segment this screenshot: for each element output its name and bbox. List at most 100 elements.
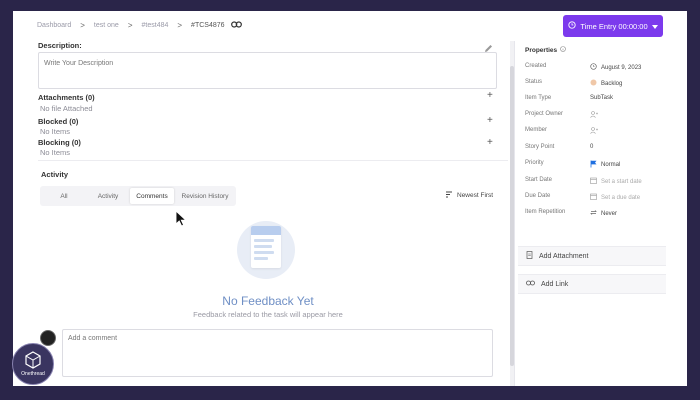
property-project-owner[interactable]: Project Owner — [525, 111, 685, 123]
blocking-label: Blocking (0) — [38, 138, 81, 147]
time-entry-button[interactable]: Time Entry 00:00:00 — [563, 15, 663, 37]
calendar-icon — [590, 177, 597, 186]
properties-header: Properties — [525, 46, 566, 54]
property-key: Due Date — [525, 193, 551, 199]
repetition-value: Never — [601, 210, 618, 217]
status-value: Backlog — [601, 80, 623, 87]
property-key: Member — [525, 127, 548, 133]
top-bar: Dashboard > test one > #test484 > #TCS48… — [13, 11, 687, 41]
add-blocked-plus-icon[interactable]: + — [487, 115, 493, 126]
description-label: Description: — [38, 41, 82, 50]
breadcrumb-parent-task[interactable]: #test484 — [142, 22, 169, 29]
flag-icon — [590, 160, 597, 170]
property-key: Item Repetition — [525, 209, 566, 215]
property-key: Status — [525, 79, 543, 85]
sort-newest-first-button[interactable]: Newest First — [445, 191, 493, 200]
property-priority[interactable]: Priority Normal — [525, 160, 685, 172]
property-value: August 9, 2023 — [590, 63, 641, 72]
property-story-point[interactable]: Story Point 0 — [525, 144, 685, 156]
property-status[interactable]: Status Backlog — [525, 79, 685, 91]
add-blocking-plus-icon[interactable]: + — [487, 137, 493, 148]
add-link-label: Add Link — [541, 280, 569, 288]
copy-link-icon[interactable] — [230, 21, 242, 30]
property-value[interactable]: Never — [590, 209, 617, 218]
attachments-empty-text: No file Attached — [40, 104, 93, 113]
description-placeholder: Write Your Description — [44, 60, 114, 67]
story-point-value[interactable]: 0 — [590, 144, 593, 150]
clock-icon — [590, 63, 597, 72]
calendar-icon — [590, 193, 597, 202]
start-date-value: Set a start date — [601, 178, 642, 185]
property-key: Start Date — [525, 177, 553, 183]
breadcrumb-project[interactable]: test one — [94, 22, 119, 29]
attachment-icon — [526, 251, 533, 261]
empty-state-title: No Feedback Yet — [222, 294, 314, 308]
description-field[interactable]: Write Your Description — [38, 52, 497, 89]
property-item-type[interactable]: Item Type SubTask — [525, 95, 685, 107]
property-start-date[interactable]: Start Date Set a start date — [525, 177, 685, 189]
property-key: Project Owner — [525, 111, 564, 117]
activity-tabs: All Activity Comments Revision History — [40, 186, 236, 206]
breadcrumb-separator: > — [177, 21, 183, 30]
add-link-button[interactable]: Add Link — [518, 274, 666, 294]
breadcrumb-current-task: #TCS4876 — [191, 22, 225, 29]
logo-text: Onethread — [21, 371, 45, 377]
link-icon — [526, 280, 535, 288]
breadcrumb-separator: > — [127, 21, 133, 30]
onethread-logo: Onethread — [12, 343, 54, 385]
section-divider — [38, 160, 508, 161]
properties-panel: Properties Created August 9, 2023 Status… — [515, 41, 687, 386]
property-value[interactable]: Set a due date — [590, 193, 640, 202]
tab-comments[interactable]: Comments — [130, 188, 174, 204]
property-key: Priority — [525, 160, 544, 166]
add-attachment-label: Add Attachment — [539, 252, 589, 260]
tab-revision-history[interactable]: Revision History — [177, 188, 233, 204]
info-icon[interactable] — [560, 46, 566, 54]
property-value[interactable]: Set a start date — [590, 177, 642, 186]
document-icon — [251, 226, 281, 268]
priority-value: Normal — [601, 162, 621, 168]
user-add-icon[interactable] — [590, 127, 598, 134]
property-key: Story Point — [525, 144, 555, 150]
property-created: Created August 9, 2023 — [525, 63, 685, 75]
item-type-value[interactable]: SubTask — [590, 95, 613, 101]
time-entry-label: Time Entry 00:00:00 — [580, 21, 648, 31]
blocked-empty-text: No Items — [40, 127, 71, 136]
property-value[interactable]: Normal — [590, 160, 620, 170]
property-due-date[interactable]: Due Date Set a due date — [525, 193, 685, 205]
properties-title: Properties — [525, 46, 558, 54]
activity-label: Activity — [41, 170, 69, 179]
property-key: Created — [525, 63, 547, 69]
sort-icon — [445, 191, 453, 200]
tab-activity[interactable]: Activity — [88, 188, 128, 204]
mouse-cursor-icon — [175, 209, 188, 232]
avatar — [40, 330, 56, 346]
user-add-icon[interactable] — [590, 111, 598, 118]
comment-placeholder: Add a comment — [68, 335, 118, 342]
breadcrumb-separator: > — [80, 21, 85, 30]
repeat-icon — [590, 209, 597, 218]
due-date-value: Set a due date — [601, 194, 641, 201]
tab-all[interactable]: All — [44, 188, 84, 204]
chevron-down-icon — [651, 22, 658, 31]
add-attachment-button[interactable]: Add Attachment — [518, 246, 666, 266]
blocked-label: Blocked (0) — [38, 117, 79, 126]
created-date: August 9, 2023 — [601, 64, 642, 71]
add-attachment-plus-icon[interactable]: + — [487, 90, 493, 101]
status-dot-icon — [590, 79, 597, 88]
property-item-repetition[interactable]: Item Repetition Never — [525, 209, 685, 221]
property-value[interactable]: Backlog — [590, 79, 622, 88]
clock-icon — [568, 21, 577, 31]
app-window: Dashboard > test one > #test484 > #TCS48… — [13, 11, 687, 386]
empty-state-subtitle: Feedback related to the task will appear… — [193, 310, 343, 319]
empty-feedback-illustration — [237, 221, 295, 279]
breadcrumb: Dashboard > test one > #test484 > #TCS48… — [37, 21, 242, 30]
blocking-empty-text: No Items — [40, 148, 71, 157]
sort-label: Newest First — [457, 192, 494, 199]
breadcrumb-dashboard[interactable]: Dashboard — [37, 22, 71, 29]
comment-input[interactable]: Add a comment — [62, 329, 493, 377]
logo-mark-icon — [25, 351, 41, 369]
property-key: Item Type — [525, 95, 552, 101]
attachments-label: Attachments (0) — [38, 93, 95, 102]
property-member[interactable]: Member — [525, 127, 685, 139]
